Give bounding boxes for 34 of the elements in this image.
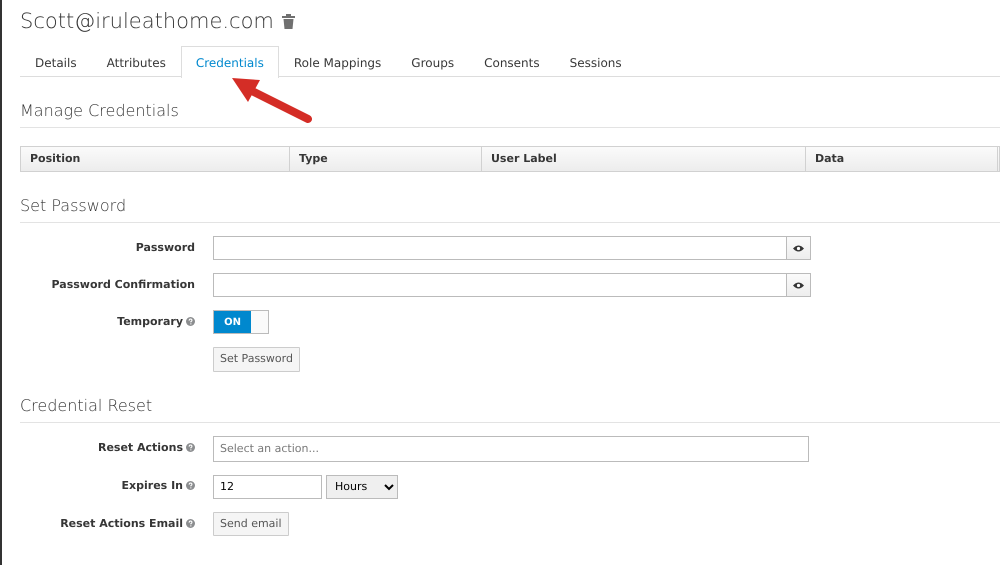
send-email-button[interactable]: Send email — [213, 512, 289, 536]
section-heading: Credential Reset — [20, 394, 1000, 422]
password-field[interactable] — [213, 273, 787, 297]
expires-field[interactable]: 12 — [213, 474, 322, 498]
field-label: Reset Actions Email — [60, 516, 183, 530]
tab[interactable]: Attributes — [92, 46, 181, 76]
section-heading: Set Password — [20, 194, 1000, 223]
eye-icon — [793, 244, 804, 252]
column-header: User Label — [482, 146, 806, 171]
toggle-switch[interactable]: ON — [213, 310, 269, 334]
show-password-button[interactable] — [787, 236, 811, 260]
column-header: Type — [290, 146, 482, 171]
password-field[interactable] — [213, 236, 787, 260]
tab[interactable]: Groups — [396, 46, 470, 76]
set-password-button[interactable]: Set Password — [213, 347, 300, 372]
field-label: Expires In — [122, 479, 183, 492]
section-heading: Manage Credentials — [20, 98, 1000, 128]
reset-actions-field[interactable]: Select an action... — [213, 436, 809, 462]
tab[interactable]: Sessions — [554, 46, 637, 76]
column-header: Position — [21, 146, 290, 171]
user-title: Scott@iruleathome.com — [20, 8, 274, 35]
field-label: Temporary — [117, 314, 183, 328]
tab[interactable]: Consents — [469, 46, 555, 76]
delete-icon[interactable] — [282, 14, 295, 30]
field-label: Reset Actions — [98, 441, 183, 454]
field-label: Password Confirmation — [52, 278, 195, 291]
tab[interactable]: Role Mappings — [278, 46, 396, 76]
unit-dropdown[interactable]: Hours — [326, 474, 398, 498]
show-password-button[interactable] — [787, 273, 811, 297]
field-label: Password — [136, 240, 195, 254]
tab[interactable]: Details — [20, 46, 92, 76]
eye-icon — [793, 282, 804, 288]
tab[interactable]: Credentials — [180, 46, 279, 78]
column-header: Data — [806, 146, 998, 171]
